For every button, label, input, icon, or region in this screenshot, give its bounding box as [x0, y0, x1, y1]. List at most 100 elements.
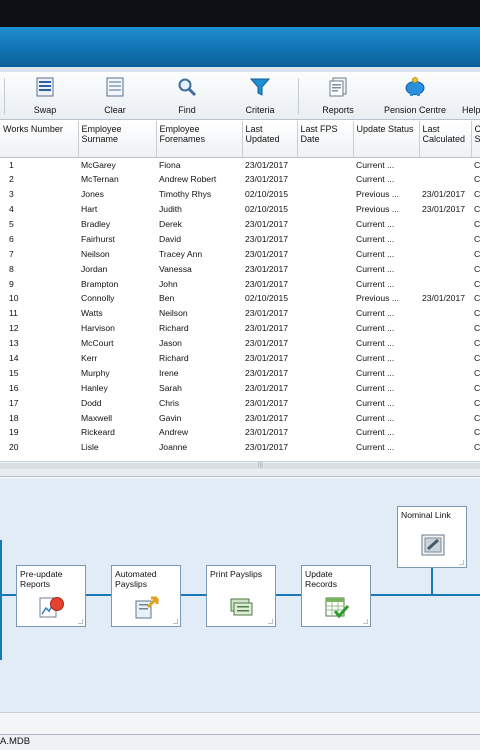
table-row[interactable]: 12 Harvison Richard 23/01/2017 Current ... C — [0, 320, 480, 336]
last-calculated-cell: 23/01/2017 — [419, 291, 471, 306]
last-updated-cell: 02/10/2015 — [245, 189, 289, 200]
last-updated-cell: 23/01/2017 — [242, 439, 297, 455]
help-button[interactable]: Help — [458, 74, 480, 118]
table-row[interactable]: 8 Jordan Vanessa 23/01/2017 Current ... C — [0, 261, 480, 277]
truncated-cell: C — [471, 350, 480, 366]
table-row[interactable]: 3 Jones Timothy Rhys 02/10/2015 Previous ...… — [0, 187, 480, 202]
table-row[interactable]: 20 Lisle Joanne 23/01/2017 Current ... C — [0, 439, 480, 455]
last-fps-cell — [297, 336, 353, 351]
truncated-cell: C — [471, 291, 480, 306]
truncated-cell: C — [471, 439, 480, 455]
forenames-cell: Neilson — [159, 308, 188, 319]
last-updated-cell: 23/01/2017 — [245, 427, 289, 438]
surname-cell: Jordan — [78, 261, 156, 277]
surname-cell: Neilson — [81, 248, 110, 259]
horizontal-scrollbar[interactable]: ||| — [0, 461, 480, 470]
criteria-funnel-icon — [250, 78, 270, 96]
truncated-cell: C — [474, 219, 480, 229]
forenames-cell: Chris — [159, 397, 180, 408]
surname-cell: Connolly — [78, 291, 156, 306]
header-works-number[interactable]: Works Number — [0, 121, 79, 158]
last-calculated-cell — [419, 425, 471, 440]
reports-button[interactable]: Reports — [318, 74, 358, 118]
last-fps-cell — [297, 320, 353, 336]
table-row[interactable]: 5 Bradley Derek 23/01/2017 Current ... C — [0, 217, 480, 232]
update-status-cell: Current ... — [356, 248, 395, 259]
table-row[interactable]: 1 McGarey Fiona 23/01/2017 Current ... C — [0, 157, 480, 172]
header-last-fps-date[interactable]: Last FPS Date — [297, 121, 354, 158]
table-row[interactable]: 7 Neilson Tracey Ann 23/01/2017 Current ... C — [0, 246, 480, 261]
surname-cell: McTernan — [78, 171, 156, 187]
clear-button[interactable]: Clear — [98, 74, 132, 118]
update-status-cell: Current ... — [353, 261, 419, 277]
table-row[interactable]: 10 Connolly Ben 02/10/2015 Previous ... 23/01… — [0, 291, 480, 306]
print-payslips-icon — [230, 598, 253, 616]
last-calculated-cell — [419, 380, 471, 396]
header-employee-surname[interactable]: Employee Surname — [78, 121, 157, 158]
header-truncated-column[interactable]: C S — [471, 121, 480, 158]
header-last-calculated[interactable]: Last Calculated — [419, 121, 472, 158]
header-last-updated[interactable]: Last Updated — [242, 121, 298, 158]
clear-label: Clear — [104, 105, 126, 115]
find-button[interactable]: Find — [170, 74, 204, 118]
scrollbar-thumb[interactable] — [0, 463, 480, 469]
table-row[interactable]: 11 Watts Neilson 23/01/2017 Current ... C — [0, 306, 480, 321]
update-status-cell: Current ... — [356, 367, 395, 378]
works-number-cell: 18 — [0, 410, 78, 426]
resize-grip-icon — [363, 619, 368, 624]
header-employee-forenames[interactable]: Employee Forenames — [156, 121, 243, 158]
update-status-cell: Current ... — [353, 380, 419, 396]
table-row[interactable]: 16 Hanley Sarah 23/01/2017 Current ... C — [0, 380, 480, 396]
truncated-cell: C — [474, 278, 480, 289]
swap-label: Swap — [33, 105, 57, 115]
table-row[interactable]: 6 Fairhurst David 23/01/2017 Current ... C — [0, 231, 480, 247]
find-label: Find — [178, 105, 196, 115]
table-row[interactable]: 19 Rickeard Andrew 23/01/2017 Current ... C — [0, 425, 480, 440]
surname-cell: Watts — [81, 308, 103, 319]
table-row[interactable]: 15 Murphy Irene 23/01/2017 Current ... C — [0, 365, 480, 380]
update-status-cell: Previous ... — [353, 201, 419, 217]
forenames-cell: Judith — [156, 201, 242, 217]
pension-centre-button[interactable]: Pension Centre — [380, 74, 450, 118]
table-row[interactable]: 2 McTernan Andrew Robert 23/01/2017 Current … — [0, 171, 480, 187]
works-number-cell: 19 — [9, 427, 19, 438]
last-fps-cell — [297, 291, 353, 306]
toolbar-separator — [4, 78, 5, 114]
nominal-link-step[interactable]: Nominal Link — [397, 506, 467, 568]
forenames-cell: Fiona — [159, 159, 181, 170]
resize-grip-icon — [459, 560, 464, 565]
criteria-button[interactable]: Criteria — [240, 74, 280, 118]
forenames-cell: Tracey Ann — [159, 248, 203, 259]
table-row[interactable]: 18 Maxwell Gavin 23/01/2017 Current ... C — [0, 410, 480, 426]
last-calculated-cell — [419, 261, 471, 277]
surname-cell: Rickeard — [81, 427, 115, 438]
last-fps-cell — [297, 246, 353, 261]
table-row[interactable]: 14 Kerr Richard 23/01/2017 Current ... C — [0, 350, 480, 366]
print-payslips-step[interactable]: Print Payslips — [206, 565, 276, 627]
swap-icon — [36, 77, 54, 97]
find-icon — [178, 78, 197, 97]
forenames-cell: Jason — [159, 338, 182, 349]
truncated-cell: C — [474, 367, 480, 378]
table-row[interactable]: 4 Hart Judith 02/10/2015 Previous ... 23/01/2… — [0, 201, 480, 217]
update-records-step[interactable]: Update Records — [301, 565, 371, 627]
pre-update-reports-step[interactable]: Pre-update Reports — [16, 565, 86, 627]
automated-payslips-step[interactable]: Automated Payslips — [111, 565, 181, 627]
last-updated-cell: 23/01/2017 — [242, 350, 297, 366]
table-row[interactable]: 9 Brampton John 23/01/2017 Current ... C — [0, 276, 480, 291]
header-update-status[interactable]: Update Status — [353, 121, 420, 158]
reports-icon — [329, 77, 347, 97]
swap-button[interactable]: Swap — [28, 74, 62, 118]
works-number-cell: 15 — [9, 367, 19, 378]
last-calculated-cell — [419, 171, 471, 187]
resize-grip-icon — [268, 619, 273, 624]
scrollbar-grip-icon: ||| — [258, 462, 263, 468]
last-calculated-cell: 23/01/2017 — [422, 189, 466, 200]
table-row[interactable]: 17 Dodd Chris 23/01/2017 Current ... C — [0, 395, 480, 410]
update-status-cell: Current ... — [356, 338, 395, 349]
forenames-cell: Richard — [156, 320, 242, 336]
last-updated-cell: 23/01/2017 — [242, 261, 297, 277]
surname-cell: McCourt — [81, 338, 114, 349]
table-row[interactable]: 13 McCourt Jason 23/01/2017 Current ... C — [0, 336, 480, 351]
last-fps-cell — [297, 306, 353, 321]
